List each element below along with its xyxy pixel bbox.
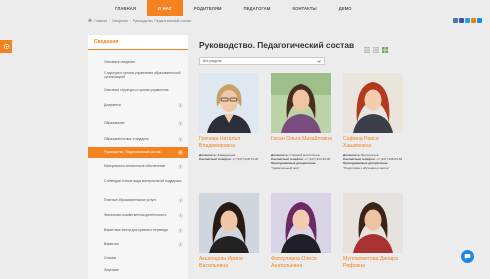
chevron-right-icon[interactable] (178, 212, 183, 218)
sidebar-item-label: Образование (104, 120, 125, 125)
staff-name[interactable]: Гасан Ольга Михайловна (271, 136, 335, 143)
staff-card[interactable]: Акшенцева Ирина Васильевна (199, 193, 265, 279)
sidebar-item-equipment[interactable]: Материально-техническое обеспечение (88, 161, 188, 172)
chevron-right-icon[interactable] (178, 241, 183, 247)
sidebar-item-education[interactable]: Образование (88, 117, 188, 129)
sidebar-item-label: Документы (104, 102, 121, 107)
nav-item-contacts[interactable]: КОНТАКТЫ (281, 0, 327, 16)
mailru-icon[interactable] (477, 18, 482, 23)
sidebar-item-scholarships[interactable]: Стипендии и иные виды материальной подде… (88, 174, 188, 188)
view-toggle (364, 40, 388, 53)
chat-button[interactable] (461, 250, 474, 263)
staff-name[interactable]: Фатхуллина Олеся Анатольевна (271, 256, 335, 269)
staff-card[interactable]: Муллахметова Динара Рифовна (343, 193, 409, 279)
compact-list-view-icon[interactable] (373, 40, 379, 53)
staff-name[interactable]: Муллахметова Динара Рифовна (343, 256, 407, 269)
staff-name[interactable]: Сафина Раиса Хашимовна (343, 136, 407, 149)
disciplines-value: "Удивительный мир" (271, 165, 300, 170)
sidebar-item-paid-services[interactable]: Платные образовательные услуги (88, 195, 188, 205)
sidebar-item-label: Структура и органы управления образовате… (104, 70, 181, 79)
sidebar-item-vacancies[interactable]: Вакансии (88, 238, 188, 250)
staff-name[interactable]: Грачева Наталья Владимировна (199, 136, 263, 149)
sidebar-item-label: Отзывы (104, 255, 117, 260)
top-navigation: ГЛАВНАЯ О НАС РОДИТЕЛЯМ ПЕДАГОГАМ КОНТАК… (104, 0, 484, 16)
staff-name[interactable]: Акшенцева Ирина Васильевна (199, 256, 263, 269)
list-view-icon[interactable] (364, 40, 370, 53)
staff-card[interactable]: Сафина Раиса Хашимовна Должность: Воспит… (343, 73, 409, 185)
sidebar-item-licenses[interactable]: Лицензии (88, 265, 188, 275)
gear-icon (3, 43, 9, 50)
chevron-right-icon[interactable] (178, 150, 183, 155)
sidebar-item-label: Платные образовательные услуги (104, 197, 157, 202)
staff-details: Должность: Старший воспитатель Контактны… (271, 153, 333, 170)
breadcrumb: Главная › Сведения › Руководство. Педаго… (88, 16, 484, 25)
phone-label: Контактный телефон: (199, 157, 232, 162)
staff-photo[interactable] (199, 193, 259, 253)
staff-card[interactable]: Гасан Ольга Михайловна Должность: Старши… (271, 73, 337, 185)
nav-item-teachers[interactable]: ПЕДАГОГАМ (233, 0, 282, 16)
sidebar-item-basic-info[interactable]: Основные сведения (88, 57, 188, 67)
chevron-right-icon[interactable] (178, 227, 183, 233)
staff-photo[interactable] (271, 193, 331, 253)
sidebar-item-vacant-places[interactable]: Вакантные места для приема и перевода (88, 224, 188, 236)
phone-value: +7 (347) 228-73-36 (232, 157, 259, 162)
sidebar-item-standards[interactable]: Образовательные стандарты (88, 133, 188, 145)
breadcrumb-separator: › (108, 18, 111, 23)
chevron-right-icon[interactable] (178, 197, 183, 203)
nav-item-about[interactable]: О НАС (147, 0, 183, 16)
chevron-right-icon[interactable] (178, 164, 183, 169)
nav-item-demo[interactable]: ДЕМО (328, 0, 363, 16)
staff-photo[interactable] (271, 73, 331, 133)
sidebar-item-label: Руководство. Педагогический состав (104, 150, 161, 155)
twitter-icon[interactable] (465, 18, 470, 23)
sidebar-title: Сведения (88, 35, 188, 50)
disciplines-value: "Подготовка к обучению в школе" (343, 165, 390, 170)
staff-photo[interactable] (199, 73, 259, 133)
staff-photo[interactable] (343, 193, 403, 253)
sidebar-item-label: Вакансии (104, 241, 119, 246)
sidebar-item-structure-description[interactable]: Описание структуры и органа управления (88, 84, 188, 96)
vk-icon[interactable] (453, 18, 458, 23)
staff-card[interactable]: Грачева Наталья Владимировна Должность: … (199, 73, 265, 185)
nav-item-home[interactable]: ГЛАВНАЯ (104, 0, 147, 16)
breadcrumb-info[interactable]: Сведения (112, 19, 128, 23)
sidebar-item-staff[interactable]: Руководство. Педагогический состав (88, 147, 188, 158)
sidebar-item-label: Вакантные места для приема и перевода (104, 227, 168, 232)
sidebar-item-label: Финансово-хозяйственная деятельность (104, 212, 167, 217)
sidebar-item-label: Лицензии (104, 267, 119, 272)
sidebar-item-structure[interactable]: Структура и органы управления образовате… (88, 68, 188, 82)
sidebar-item-finance[interactable]: Финансово-хозяйственная деятельность (88, 209, 188, 221)
staff-details: Должность: Заведующая Контактный телефон… (199, 153, 261, 161)
main-content: Руководство. Педагогический состав Все р… (193, 35, 484, 279)
social-share (453, 18, 482, 23)
sidebar: Сведения Основные сведения Структура и о… (88, 35, 188, 279)
breadcrumb-current: Руководство. Педагогический состав (132, 18, 191, 23)
sidebar-item-label: Материально-техническое обеспечение (104, 164, 166, 169)
facebook-icon[interactable] (459, 18, 464, 23)
section-filter-value: Все разделы (203, 59, 222, 63)
sidebar-item-label: Описание структуры и органа управления (104, 87, 169, 92)
section-filter-select[interactable]: Все разделы (199, 57, 325, 65)
sidebar-item-documents[interactable]: Документы (88, 99, 188, 111)
grid-view-icon[interactable] (382, 40, 388, 53)
chevron-right-icon[interactable] (178, 136, 183, 142)
odnoklassniki-icon[interactable] (471, 18, 476, 23)
chat-icon (464, 254, 471, 260)
sidebar-item-label: Стипендии и иные виды материальной подде… (104, 178, 182, 183)
settings-panel-toggle[interactable] (0, 40, 12, 53)
home-icon[interactable] (88, 18, 92, 23)
chevron-down-icon (317, 59, 321, 63)
nav-item-parents[interactable]: РОДИТЕЛЯМ (183, 0, 233, 16)
page-title: Руководство. Педагогический состав (199, 40, 355, 50)
staff-details: Должность: Воспитатель Контактный телефо… (343, 153, 405, 170)
staff-card[interactable]: Фатхуллина Олеся Анатольевна (271, 193, 337, 279)
chevron-right-icon[interactable] (178, 120, 183, 126)
breadcrumb-separator: › (129, 18, 131, 23)
sidebar-item-label: Основные сведения (104, 59, 135, 64)
sidebar-item-label: Образовательные стандарты (104, 136, 149, 141)
staff-photo[interactable] (343, 73, 403, 133)
sidebar-item-reviews[interactable]: Отзывы (88, 253, 188, 263)
chevron-right-icon[interactable] (178, 102, 183, 108)
breadcrumb-home[interactable]: Главная (94, 19, 107, 23)
